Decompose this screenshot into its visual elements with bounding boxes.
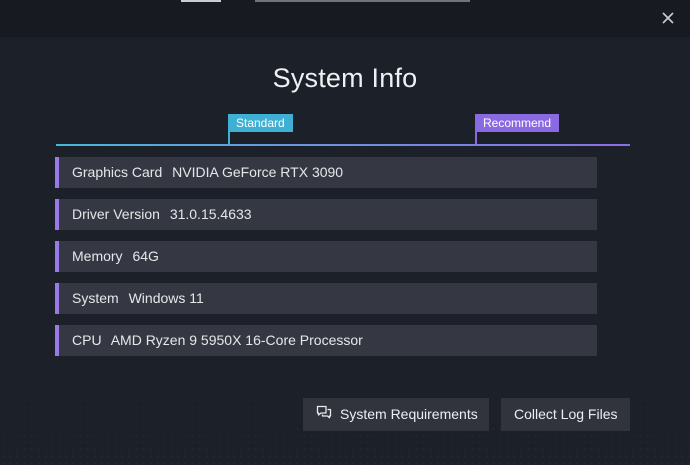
info-value: 31.0.15.4633	[169, 206, 252, 222]
recommend-marker: Recommend	[475, 114, 560, 145]
info-row-memory: Memory 64G	[55, 241, 597, 272]
info-label: Graphics Card	[72, 164, 163, 180]
performance-scale-line	[56, 144, 630, 146]
recommend-label: Recommend	[483, 116, 552, 130]
top-strip	[181, 0, 221, 2]
system-info-list: Graphics Card NVIDIA GeForce RTX 3090 Dr…	[55, 157, 597, 367]
chat-icon	[316, 398, 332, 431]
info-value: NVIDIA GeForce RTX 3090	[172, 164, 344, 180]
info-row-cpu: CPU AMD Ryzen 9 5950X 16-Core Processor	[55, 325, 597, 356]
page-title: System Info	[272, 63, 418, 93]
standard-marker: Standard	[228, 114, 293, 145]
info-row-system: System Windows 11	[55, 283, 597, 314]
info-label: Memory	[72, 248, 123, 264]
top-strip	[255, 0, 470, 2]
info-row-driver-version: Driver Version 31.0.15.4633	[55, 199, 597, 230]
info-value: AMD Ryzen 9 5950X 16-Core Processor	[110, 332, 363, 348]
collect-log-files-button[interactable]: Collect Log Files	[501, 398, 630, 431]
info-value: Windows 11	[128, 290, 204, 306]
close-icon[interactable]	[659, 9, 677, 27]
system-requirements-label: System Requirements	[340, 406, 478, 422]
system-requirements-button[interactable]: System Requirements	[303, 398, 489, 431]
standard-label: Standard	[236, 116, 285, 130]
info-label: System	[72, 290, 119, 306]
info-value: 64G	[132, 248, 159, 264]
info-label: Driver Version	[72, 206, 160, 222]
info-row-graphics-card: Graphics Card NVIDIA GeForce RTX 3090	[55, 157, 597, 188]
collect-log-files-label: Collect Log Files	[514, 406, 618, 422]
info-label: CPU	[72, 332, 102, 348]
title-bar	[0, 0, 690, 37]
